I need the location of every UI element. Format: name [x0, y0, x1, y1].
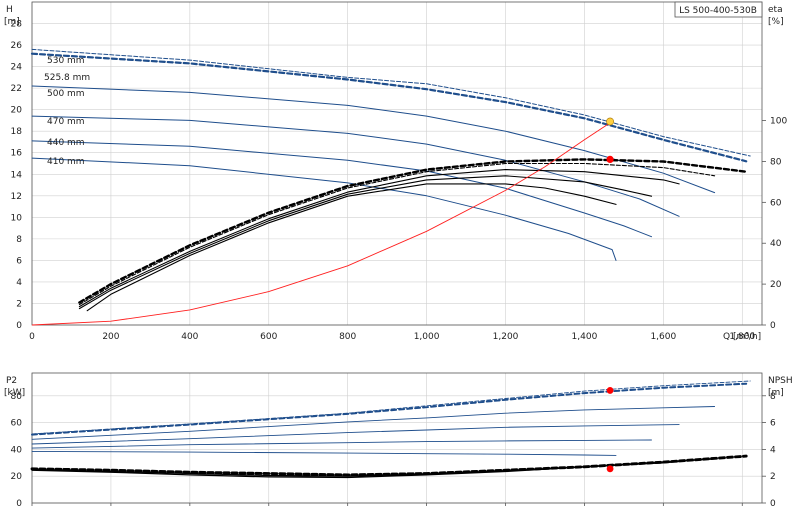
efficiency-curve — [78, 158, 748, 304]
x-tick-label: 1,200 — [493, 332, 519, 342]
x-tick-label: 600 — [260, 332, 277, 342]
head-curve-500-mm — [31, 85, 716, 194]
head-curve-440-mm — [31, 140, 652, 238]
power-y2tick-label: 4 — [770, 445, 776, 455]
efficiency-curve — [78, 162, 716, 306]
power-ytick-label: 40 — [11, 445, 23, 455]
power-ytick-label: 20 — [11, 472, 23, 482]
power-y2tick-label: 2 — [770, 472, 776, 482]
x-tick-label: 400 — [181, 332, 198, 342]
head-y2tick-label: 60 — [770, 198, 782, 208]
duty-point — [606, 155, 614, 164]
head-ytick-label: 0 — [16, 321, 22, 331]
head-ytick-label: 18 — [11, 127, 23, 137]
head-ytick-label: 20 — [11, 106, 23, 116]
x-tick-label: 0 — [29, 332, 35, 342]
head-ytick-label: 6 — [16, 256, 22, 266]
head-curve-label: 470 mm — [47, 117, 85, 127]
head-ytick-label: 2 — [16, 299, 22, 309]
head-ytick-label: 10 — [11, 213, 23, 223]
head-curve-label: 410 mm — [47, 157, 85, 167]
power-ytick-label: 60 — [11, 419, 23, 429]
duty-point — [606, 387, 614, 394]
power-y2label-unit: [m] — [768, 388, 784, 398]
head-y2tick-label: 80 — [770, 157, 782, 167]
head-ytick-label: 8 — [16, 235, 22, 245]
head-ytick-label: 26 — [11, 41, 23, 51]
x-tick-label: 1,600 — [650, 332, 676, 342]
head-ytick-label: 22 — [11, 84, 22, 94]
power-frame — [31, 372, 763, 504]
x-tick-label: 800 — [339, 332, 356, 342]
system-curve — [31, 121, 613, 326]
head-curve-label: 530 mm — [47, 56, 85, 66]
head-curve-525-8-mm — [30, 52, 748, 163]
model-label: LS 500-400-530B — [679, 6, 757, 16]
head-curve-label: 500 mm — [47, 89, 85, 99]
head-ytick-label: 16 — [11, 149, 23, 159]
duty-point — [606, 465, 614, 473]
x-tick-label: 1,400 — [572, 332, 598, 342]
pump-curve-chart: 0 2 4 6 8 10 12 14 16 18 20 22 24 26 28 0 20 40 60 80 100 H [m… — [0, 0, 800, 520]
head-ylabel-unit: [m] — [4, 17, 20, 27]
head-curve-530-mm — [31, 48, 751, 157]
head-y2tick-label: 40 — [770, 239, 782, 249]
head-y2label: eta — [768, 5, 783, 15]
head-ytick-label: 4 — [16, 278, 22, 288]
head-ytick-label: 24 — [11, 63, 23, 73]
x-tick-label: 1,000 — [414, 332, 440, 342]
head-y2tick-label: 100 — [770, 117, 787, 127]
power-y2label: NPSH — [768, 376, 793, 386]
x-axis-label: Q [m³/h] — [723, 332, 761, 342]
x-tick-label: 200 — [102, 332, 119, 342]
power-ylabel: P2 — [6, 376, 17, 386]
efficiency-curve — [78, 169, 680, 308]
head-ytick-label: 12 — [11, 192, 22, 202]
power-curve-500-mm — [31, 406, 716, 440]
power-ytick-label: 0 — [16, 499, 22, 509]
head-curve-label: 440 mm — [47, 138, 85, 148]
head-y2tick-label: 20 — [770, 280, 782, 290]
power-ylabel-unit: [kW] — [4, 388, 25, 398]
head-ylabel: H — [6, 5, 13, 15]
pump-curve-svg: 0246810121416182022242628020406080100H[m… — [4, 1, 793, 509]
head-curve-label: 525.8 mm — [44, 73, 90, 83]
power-curve-410-mm — [31, 450, 617, 456]
power-y2tick-label: 6 — [770, 419, 776, 429]
head-y2label-unit: [%] — [768, 17, 784, 27]
head-curve-410-mm — [31, 157, 617, 261]
power-y2tick-label: 0 — [770, 499, 776, 509]
efficiency-curve — [86, 183, 617, 312]
head-y2tick-label: 0 — [770, 321, 776, 331]
duty-point — [606, 117, 614, 126]
head-ytick-label: 14 — [11, 170, 23, 180]
